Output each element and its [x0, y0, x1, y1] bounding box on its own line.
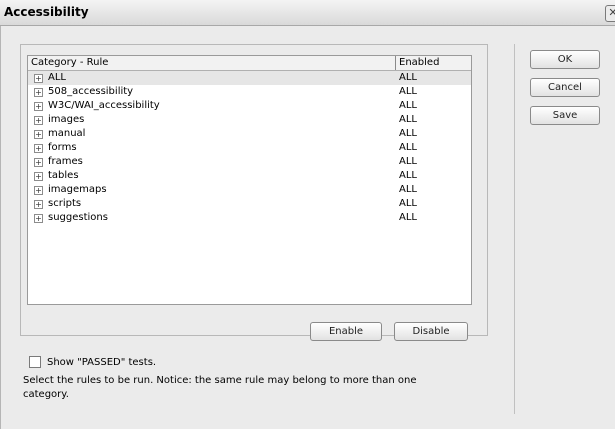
rule-enabled-value: ALL	[399, 184, 417, 195]
rule-category-label: suggestions	[48, 212, 108, 223]
rule-category-label: 508_accessibility	[48, 86, 134, 97]
expand-icon[interactable]: +	[34, 116, 43, 125]
rule-enabled-value: ALL	[399, 100, 417, 111]
expand-icon[interactable]: +	[34, 158, 43, 167]
column-separator[interactable]	[395, 56, 396, 70]
expand-icon[interactable]: +	[34, 102, 43, 111]
expand-icon[interactable]: +	[34, 200, 43, 209]
rule-category-label: imagemaps	[48, 184, 107, 195]
instructions-note: Select the rules to be run. Notice: the …	[23, 375, 417, 400]
window-title: Accessibility	[4, 5, 89, 19]
vertical-divider	[514, 44, 515, 414]
rule-enabled-value: ALL	[399, 128, 417, 139]
expand-icon[interactable]: +	[34, 88, 43, 97]
table-row[interactable]: + W3C/WAI_accessibility ALL	[28, 99, 471, 113]
expand-icon[interactable]: +	[34, 74, 43, 83]
rule-enabled-value: ALL	[399, 86, 417, 97]
expand-icon[interactable]: +	[34, 144, 43, 153]
table-row[interactable]: + tables ALL	[28, 169, 471, 183]
table-row[interactable]: +508_accessibility ALL	[28, 85, 471, 99]
table-row[interactable]: + frames ALL	[28, 155, 471, 169]
table-row[interactable]: + suggestions ALL	[28, 211, 471, 225]
rule-enabled-value: ALL	[399, 170, 417, 181]
rule-category-label: forms	[48, 142, 77, 153]
rule-category-label: frames	[48, 156, 83, 167]
ok-button[interactable]: OK	[530, 50, 600, 69]
table-row[interactable]: + manual ALL	[28, 127, 471, 141]
cancel-button[interactable]: Cancel	[530, 78, 600, 97]
rule-category-label: tables	[48, 170, 79, 181]
rule-enabled-value: ALL	[399, 212, 417, 223]
rule-enabled-value: ALL	[399, 156, 417, 167]
rule-category-label: ALL	[48, 72, 66, 83]
column-header-enabled[interactable]: Enabled	[399, 57, 439, 68]
rule-category-label: images	[48, 114, 85, 125]
rule-category-label: W3C/WAI_accessibility	[48, 100, 160, 111]
disable-button[interactable]: Disable	[394, 322, 468, 341]
title-bar: Accessibility ✕	[0, 0, 615, 26]
enable-button[interactable]: Enable	[310, 322, 382, 341]
rule-category-label: manual	[48, 128, 86, 139]
table-row[interactable]: + ALL ALL	[28, 71, 471, 85]
expand-icon[interactable]: +	[34, 130, 43, 139]
table-row[interactable]: + forms ALL	[28, 141, 471, 155]
rule-enabled-value: ALL	[399, 114, 417, 125]
rule-enabled-value: ALL	[399, 72, 417, 83]
table-row[interactable]: + imagemaps ALL	[28, 183, 471, 197]
rules-table[interactable]: Category - Rule Enabled + ALL ALL +508_acce…	[27, 55, 472, 305]
rule-category-label: scripts	[48, 198, 82, 209]
rule-enabled-value: ALL	[399, 198, 417, 209]
expand-icon[interactable]: +	[34, 172, 43, 181]
column-header-category-rule[interactable]: Category - Rule	[31, 57, 108, 68]
expand-icon[interactable]: +	[34, 214, 43, 223]
table-header: Category - Rule Enabled	[28, 56, 471, 71]
close-icon[interactable]: ✕	[605, 5, 615, 22]
rule-enabled-value: ALL	[399, 142, 417, 153]
expand-icon[interactable]: +	[34, 186, 43, 195]
save-button[interactable]: Save	[530, 106, 600, 125]
table-row[interactable]: + scripts ALL	[28, 197, 471, 211]
show-passed-label[interactable]: Show "PASSED" tests.	[47, 357, 156, 368]
table-row[interactable]: + images ALL	[28, 113, 471, 127]
show-passed-checkbox[interactable]	[29, 356, 41, 368]
